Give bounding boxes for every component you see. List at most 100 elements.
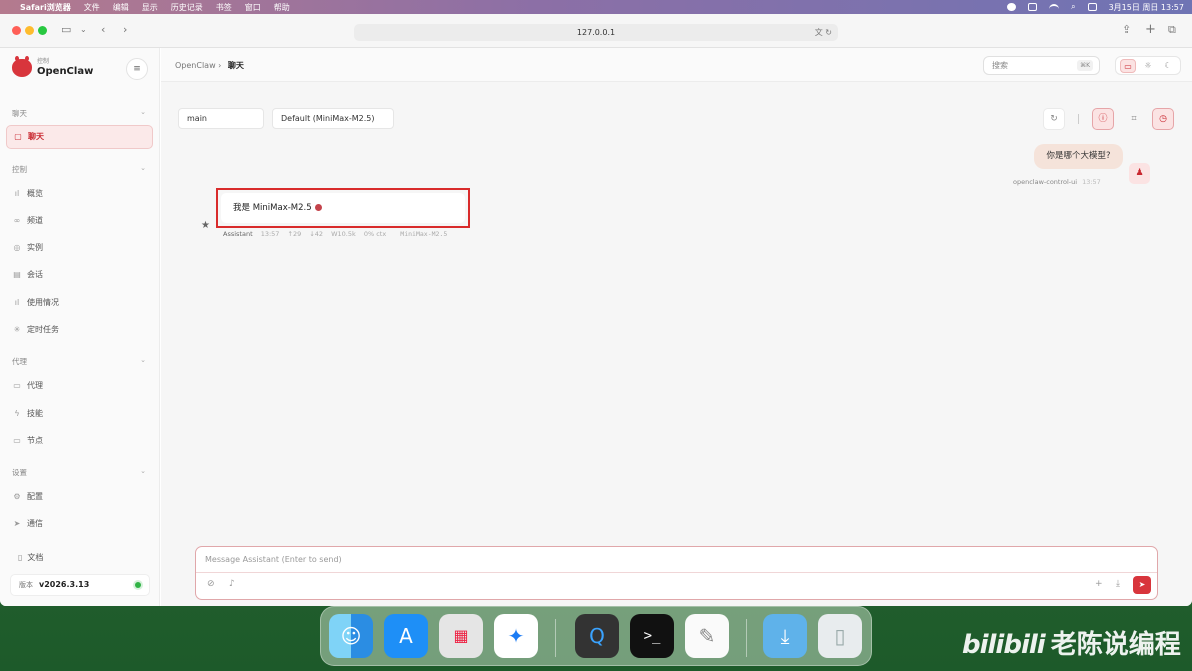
section-label: 聊天 [12,109,27,118]
safari-icon[interactable]: ✦ [494,614,538,658]
share-icon[interactable]: ⇪ [1122,23,1131,37]
sidebar-item-sessions[interactable]: ▤ 会话 [12,265,152,285]
moon-icon[interactable]: ☾ [1160,59,1176,73]
assistant-time: 13:57 [260,230,280,238]
spotlight-icon[interactable]: ⌕ [1071,2,1075,12]
section-control[interactable]: 控制 ⌄ [12,164,148,175]
user-avatar-icon: ♟ [1129,163,1150,184]
bar-chart-icon: ıl [14,189,20,198]
history-button[interactable]: ◷ [1152,108,1174,130]
section-settings[interactable]: 设置 ⌄ [12,467,148,478]
quicktime-icon[interactable]: Q [575,614,619,658]
sidebar-docs-link[interactable]: ▯ 文档 [18,552,43,563]
input-method-icon[interactable] [1028,3,1038,11]
section-label: 设置 [12,468,27,477]
download-icon[interactable]: ⤓ [1116,579,1120,589]
chevron-down-icon[interactable]: ⌄ [80,23,87,37]
breadcrumb-root[interactable]: OpenClaw [175,61,216,70]
reload-icon[interactable]: 文 ↻ [815,24,832,41]
zoom-window-button[interactable] [38,26,47,35]
sidebar-item-label: 定时任务 [27,325,59,334]
user-message: 你是哪个大模型? [1034,144,1123,169]
composer-placeholder: Message Assistant (Enter to send) [205,555,342,564]
menu-app-name[interactable]: Safari浏览器 [20,2,71,13]
sidebar-item-chat[interactable]: ▢ 聊天 [6,125,153,149]
search-placeholder: 搜索 [992,61,1008,70]
menubar-datetime[interactable]: 3月15日 周日 13:57 [1109,2,1184,13]
sidebar-item-label: 频道 [27,216,43,225]
section-label: 控制 [12,165,27,174]
radio-icon: ◎ [13,243,21,252]
monitor-icon[interactable]: ▭ [1120,58,1136,73]
sidebar-item-channels[interactable]: ∞ 频道 [12,211,152,231]
browser-toolbar: ▭ ⌄ ‹ › 127.0.0.1 文 ↻ ⇪ + ⧉ [0,14,1192,48]
top-bar: OpenClaw › 聊天 搜索 ⌘K ▭ ☼ ☾ [161,48,1192,82]
session-select[interactable]: main [178,108,264,129]
refresh-button[interactable]: ↻ [1043,108,1065,130]
sidebar-item-overview[interactable]: ıl 概览 [12,184,152,204]
status-dot [135,582,141,588]
assistant-avatar-icon: ★ [201,220,210,231]
close-window-button[interactable] [12,26,21,35]
sidebar-item-instances[interactable]: ◎ 实例 [12,238,152,258]
menu-edit[interactable]: 编辑 [113,2,129,13]
finder-icon[interactable]: ☺ [329,614,373,658]
brand[interactable]: 控制 OpenClaw [12,56,93,78]
tab-overview-icon[interactable]: ⧉ [1168,23,1176,37]
watermark-text: 老陈说编程 [1050,630,1181,660]
section-agents[interactable]: 代理 ⌄ [12,356,148,367]
sidebar-item-label: 会话 [27,270,43,279]
attach-icon[interactable]: ⊘ [207,579,215,589]
sidebar-item-usage[interactable]: ıl 使用情况 [12,293,152,313]
search-shortcut: ⌘K [1077,60,1093,71]
launchpad-icon[interactable]: ▦ [439,614,483,658]
breadcrumb-current: 聊天 [227,61,244,70]
menu-help[interactable]: 帮助 [274,2,290,13]
menu-window[interactable]: 窗口 [245,2,261,13]
minimize-window-button[interactable] [25,26,34,35]
app-store-icon[interactable]: A [384,614,428,658]
sidebar-collapse-button[interactable]: ≡ [126,58,148,80]
downloads-folder-icon[interactable]: ⤓ [763,614,807,658]
microphone-icon[interactable]: ♪ [229,579,235,589]
dock: ☺ A ▦ ✦ Q >_ ✎ ⤓ ▯ [320,606,872,666]
brand-subtitle: 控制 [37,58,50,65]
plus-icon[interactable]: + [1095,579,1103,589]
send-icon: ➤ [1138,580,1146,589]
lightning-icon: ϟ [14,409,20,418]
new-tab-icon[interactable]: + [1145,23,1156,37]
menu-history[interactable]: 历史记录 [171,2,203,13]
back-icon[interactable]: ‹ [101,23,105,37]
send-button[interactable]: ➤ [1133,576,1151,594]
section-chat[interactable]: 聊天 ⌄ [12,108,148,119]
menu-bookmarks[interactable]: 书签 [216,2,232,13]
record-icon[interactable] [1007,3,1017,11]
model-select[interactable]: Default (MiniMax-M2.5) [272,108,394,129]
focus-button[interactable]: ⌗ [1123,108,1145,130]
forward-icon[interactable]: › [123,23,127,37]
menu-view[interactable]: 显示 [142,2,158,13]
sidebar-item-cron[interactable]: ✳ 定时任务 [12,320,152,340]
sun-icon[interactable]: ☼ [1140,59,1156,73]
address-bar[interactable]: 127.0.0.1 文 ↻ [354,24,838,41]
terminal-icon[interactable]: >_ [630,614,674,658]
sidebar-item-label: 配置 [27,492,43,501]
sidebar-item-agents[interactable]: ▭ 代理 [12,376,152,396]
stat-input-tokens: ↑29 [287,230,302,238]
control-center-icon[interactable] [1087,3,1097,11]
textedit-icon[interactable]: ✎ [685,614,729,658]
menu-file[interactable]: 文件 [84,2,100,13]
sidebar-item-skills[interactable]: ϟ 技能 [12,404,152,424]
info-toggle-button[interactable]: ⓘ [1092,108,1114,130]
search-input[interactable]: 搜索 ⌘K [983,56,1100,75]
breadcrumb: OpenClaw › 聊天 [175,61,244,70]
book-icon: ▯ [18,553,23,562]
sidebar-item-comms[interactable]: ➤ 通信 [12,514,152,534]
trash-icon[interactable]: ▯ [818,614,862,658]
sidebar-item-config[interactable]: ⚙ 配置 [12,487,152,507]
wifi-icon[interactable] [1049,4,1060,10]
message-composer[interactable]: Message Assistant (Enter to send) ⊘ ♪ + … [195,546,1158,600]
browser-window: ▭ ⌄ ‹ › 127.0.0.1 文 ↻ ⇪ + ⧉ 控制 OpenClaw … [0,14,1192,606]
sidebar-item-nodes[interactable]: ▭ 节点 [12,431,152,451]
sidebar-toggle-icon[interactable]: ▭ [61,23,71,37]
